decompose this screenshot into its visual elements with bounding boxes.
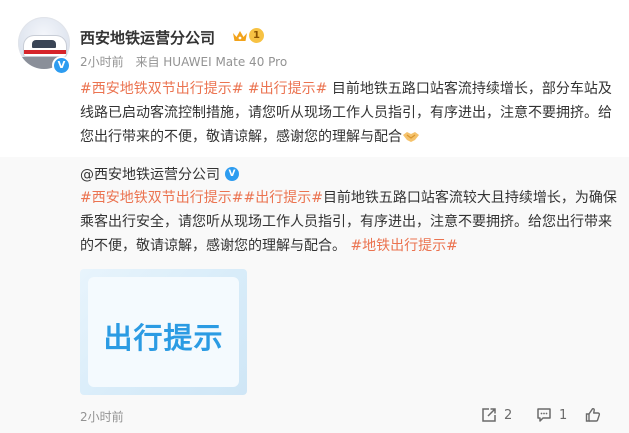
share-button[interactable]: 2	[480, 405, 512, 425]
image-title: 出行提示	[103, 321, 224, 355]
avatar-train-window	[32, 40, 56, 48]
weibo-post: V 西安地铁运营分公司 1 2小时前 来自 HUAWEI Mate 40 Pro…	[0, 0, 629, 433]
repost-image[interactable]: 出行提示	[80, 269, 247, 395]
like-button[interactable]	[584, 405, 608, 425]
repost-text: #西安地铁双节出行提示##出行提示#目前地铁五路口站客流较大且持续增长，为确保乘…	[80, 186, 620, 258]
share-count: 2	[504, 407, 513, 423]
crown-icon	[232, 28, 248, 42]
hashtag-link[interactable]: #地铁出行提示#	[350, 238, 457, 254]
vip-badge[interactable]: 1	[232, 27, 266, 43]
repost-verified-icon: V	[225, 167, 239, 181]
author-name[interactable]: 西安地铁运营分公司	[80, 27, 215, 48]
post-text: #西安地铁双节出行提示# #出行提示# 目前地铁五路口站客流持续增长，部分车站及…	[80, 77, 620, 149]
hashtag-link[interactable]: #西安地铁双节出行提示#	[80, 190, 243, 206]
hashtag-link[interactable]: #西安地铁双节出行提示#	[80, 81, 243, 97]
repost-time[interactable]: 2小时前	[80, 408, 124, 425]
comment-icon	[535, 406, 553, 424]
post-time[interactable]: 2小时前	[80, 55, 124, 69]
post-meta: 2小时前 来自 HUAWEI Mate 40 Pro	[80, 53, 287, 70]
handshake-emoji-icon	[402, 127, 420, 142]
thumbs-up-icon	[584, 406, 602, 424]
hashtag-link[interactable]: #出行提示#	[248, 81, 327, 97]
comment-count: 1	[559, 407, 568, 423]
share-icon	[480, 406, 498, 424]
vip-level: 1	[249, 27, 264, 43]
verified-icon: V	[52, 56, 71, 75]
post-source: 来自 HUAWEI Mate 40 Pro	[135, 55, 288, 69]
hashtag-link[interactable]: #出行提示#	[243, 190, 322, 206]
avatar-train-stripe	[24, 50, 66, 54]
repost-author[interactable]: @西安地铁运营分公司	[80, 164, 220, 184]
repost-card[interactable]: @西安地铁运营分公司 V #西安地铁双节出行提示##出行提示#目前地铁五路口站客…	[0, 157, 629, 433]
comment-button[interactable]: 1	[535, 405, 567, 425]
